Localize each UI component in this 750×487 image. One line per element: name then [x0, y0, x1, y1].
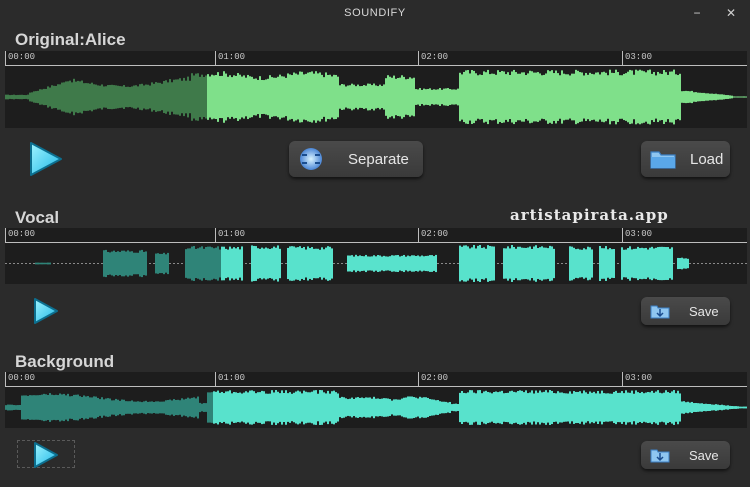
vocal-play-button[interactable]	[30, 296, 60, 326]
soundify-window: SOUNDIFY − ✕ Original:Alice 00:00 01:00 …	[0, 0, 750, 487]
original-play-button[interactable]	[25, 139, 65, 179]
background-timeline: 00:00 01:00 02:00 03:00	[5, 372, 747, 387]
save-download-icon	[650, 303, 670, 319]
background-waveform	[5, 390, 747, 425]
background-waveform-track[interactable]: 00:00 01:00 02:00 03:00	[5, 372, 747, 428]
timeline-label: 00:00	[8, 229, 36, 239]
timeline-label: 02:00	[421, 52, 449, 62]
original-title: Original:Alice	[15, 30, 126, 49]
timeline-tick: 01:00	[215, 51, 245, 65]
timeline-tick: 02:00	[418, 51, 448, 65]
original-timeline: 00:00 01:00 02:00 03:00	[5, 51, 747, 66]
app-title: SOUNDIFY	[344, 7, 406, 19]
vocal-title: Vocal	[15, 208, 60, 227]
close-icon: ✕	[725, 6, 737, 20]
timeline-label: 02:00	[421, 229, 449, 239]
separate-button[interactable]: Separate	[289, 141, 423, 177]
play-icon	[34, 298, 58, 324]
timeline-label: 03:00	[625, 52, 653, 62]
background-title: Background	[15, 352, 115, 371]
timeline-tick: 02:00	[418, 372, 448, 386]
timeline-label: 03:00	[625, 373, 653, 383]
timeline-tick: 02:00	[418, 228, 448, 242]
separate-label: Separate	[348, 150, 409, 168]
background-save-button[interactable]: Save	[641, 441, 730, 469]
original-waveform-track[interactable]: 00:00 01:00 02:00 03:00	[5, 51, 747, 128]
timeline-tick: 00:00	[5, 372, 35, 386]
separate-icon	[298, 146, 324, 172]
timeline-label: 01:00	[218, 373, 246, 383]
timeline-tick: 00:00	[5, 228, 35, 242]
background-play-button[interactable]	[30, 440, 60, 470]
timeline-label: 00:00	[8, 52, 36, 62]
timeline-tick: 00:00	[5, 51, 35, 65]
folder-icon	[649, 148, 677, 170]
timeline-tick: 01:00	[215, 372, 245, 386]
vocal-waveform-track[interactable]: 00:00 01:00 02:00 03:00	[5, 228, 747, 284]
play-icon	[34, 442, 58, 468]
timeline-tick: 03:00	[622, 372, 652, 386]
save-download-icon	[650, 447, 670, 463]
timeline-label: 02:00	[421, 373, 449, 383]
original-waveform	[5, 69, 747, 125]
minimize-button[interactable]: −	[682, 0, 712, 26]
play-icon	[30, 142, 62, 176]
load-button[interactable]: Load	[641, 141, 730, 177]
title-bar: SOUNDIFY	[0, 0, 750, 26]
minimize-icon: −	[693, 6, 701, 20]
timeline-tick: 03:00	[622, 51, 652, 65]
timeline-label: 00:00	[8, 373, 36, 383]
vocal-timeline: 00:00 01:00 02:00 03:00	[5, 228, 747, 243]
load-label: Load	[690, 150, 724, 168]
vocal-waveform	[5, 245, 747, 282]
watermark: artistapirata.app	[510, 206, 669, 224]
background-save-label: Save	[689, 447, 719, 463]
vocal-save-label: Save	[689, 303, 719, 319]
close-button[interactable]: ✕	[716, 0, 746, 26]
timeline-label: 03:00	[625, 229, 653, 239]
timeline-tick: 03:00	[622, 228, 652, 242]
timeline-label: 01:00	[218, 229, 246, 239]
timeline-tick: 01:00	[215, 228, 245, 242]
vocal-save-button[interactable]: Save	[641, 297, 730, 325]
timeline-label: 01:00	[218, 52, 246, 62]
